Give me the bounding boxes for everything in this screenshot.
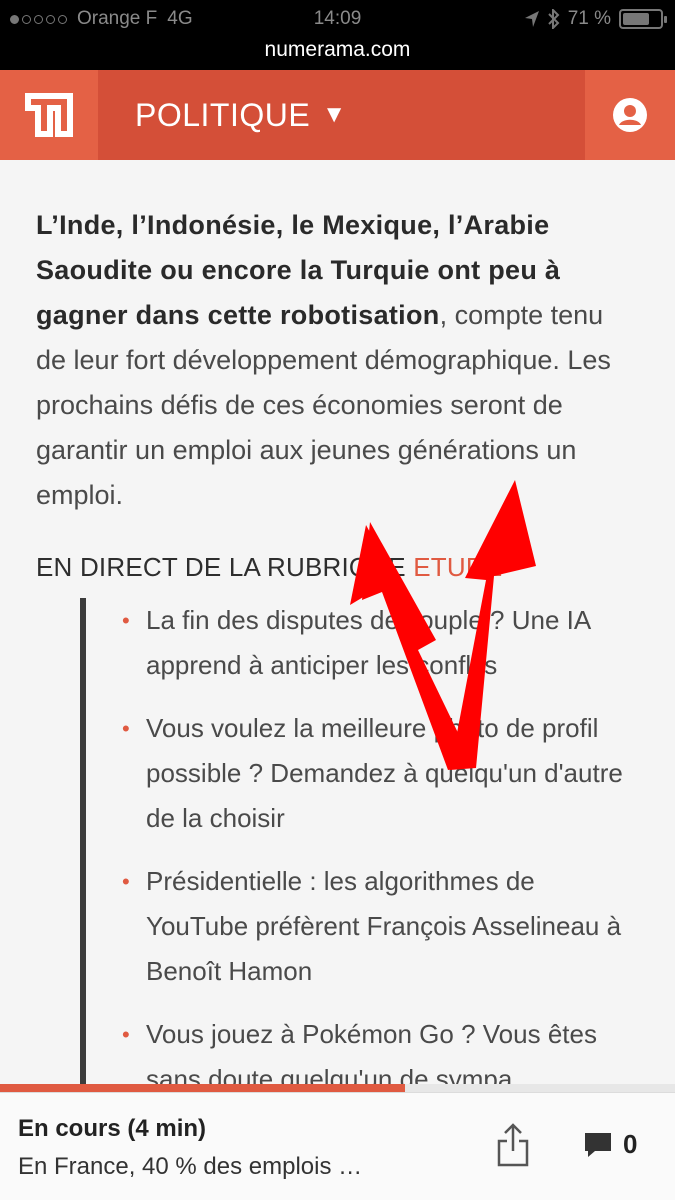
- numerama-logo-icon[interactable]: [0, 70, 98, 160]
- rubric-link[interactable]: ETUDE: [413, 552, 502, 582]
- rubric-prefix: EN DIRECT DE LA RUBRIQUE: [36, 552, 414, 582]
- address-bar[interactable]: numerama.com: [0, 38, 675, 62]
- comment-count: 0: [623, 1129, 638, 1159]
- reading-progress-bar: [0, 1084, 675, 1092]
- battery-icon: [619, 9, 667, 29]
- reading-bar[interactable]: En cours (4 min) En France, 40 % des emp…: [0, 1092, 675, 1200]
- related-article-link[interactable]: Vous voulez la meilleure photo de profil…: [122, 706, 640, 841]
- reading-status: En cours (4 min): [18, 1115, 207, 1142]
- comments-button[interactable]: 0: [583, 1129, 637, 1160]
- reading-article-title[interactable]: En France, 40 % des emplois …: [18, 1153, 362, 1181]
- paragraph-text: , compte tenu de leur fort développement…: [36, 300, 611, 510]
- related-article-link[interactable]: Présidentielle : les algorithmes de YouT…: [122, 859, 640, 994]
- reading-progress-fill: [0, 1084, 405, 1092]
- rubric-heading: EN DIRECT DE LA RUBRIQUE ETUDE: [36, 552, 502, 583]
- related-articles: La fin des disputes de couple ? Une IA a…: [80, 598, 640, 1098]
- location-icon: [524, 11, 539, 27]
- related-article-link[interactable]: La fin des disputes de couple ? Une IA a…: [122, 598, 640, 688]
- account-icon[interactable]: [585, 70, 675, 160]
- section-label: POLITIQUE: [135, 96, 311, 133]
- section-dropdown[interactable]: POLITIQUE ▼: [98, 70, 585, 160]
- share-icon[interactable]: [495, 1123, 531, 1167]
- battery-percent: 71 %: [567, 8, 611, 29]
- article-paragraph: L’Inde, l’Indonésie, le Mexique, l’Arabi…: [36, 203, 636, 518]
- comment-icon: [585, 1132, 611, 1157]
- site-header: POLITIQUE ▼: [0, 70, 675, 160]
- caret-down-icon: ▼: [322, 101, 347, 128]
- status-bar: Orange F 4G 14:09 71 % numerama.com: [0, 0, 675, 70]
- bluetooth-icon: [547, 9, 560, 29]
